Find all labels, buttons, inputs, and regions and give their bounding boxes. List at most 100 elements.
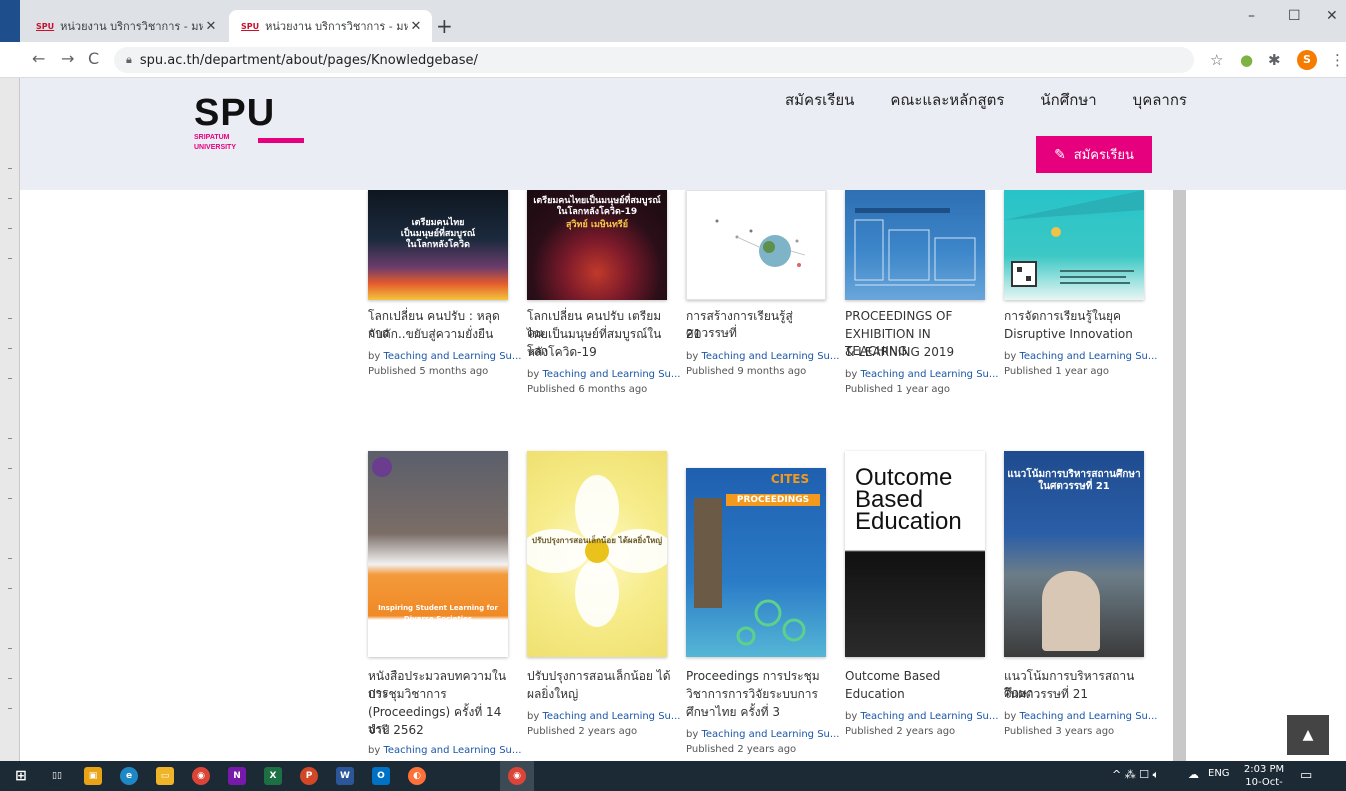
menu-kebab-icon[interactable]: ⋮ xyxy=(1330,52,1345,68)
chrome-active-icon[interactable]: ◉ xyxy=(508,767,526,785)
author-link[interactable]: Teaching and Learning Su... xyxy=(701,729,839,740)
book-title-line[interactable]: ในศตวรรษที่ 21 xyxy=(1004,686,1148,703)
spu-favicon: SPU xyxy=(36,21,55,31)
author-link[interactable]: Teaching and Learning Su... xyxy=(383,351,521,362)
cover-illustration xyxy=(715,219,806,267)
book-title-line[interactable]: ผลยิ่งใหญ่ xyxy=(527,686,671,703)
url-text: spu.ac.th/department/about/pages/Knowled… xyxy=(139,52,478,68)
book-cover[interactable] xyxy=(845,190,985,300)
close-tab-icon[interactable]: ✕ xyxy=(408,19,424,34)
cover-illustration xyxy=(854,208,976,286)
book-cover[interactable]: เตรียมคนไทย เป็นมนุษย์ที่สมบูรณ์ ในโลกหล… xyxy=(368,190,508,300)
tab-title: หน่วยงาน บริการวิชาการ - มหาวิทยาลั xyxy=(60,20,203,33)
published-date: Published 2 years ago xyxy=(527,726,638,737)
author-link[interactable]: Teaching and Learning Su... xyxy=(1019,351,1157,362)
onedrive-icon[interactable]: ☁ xyxy=(1188,768,1199,781)
by-label: by xyxy=(527,369,543,380)
book-cover[interactable]: CITES PROCEEDINGS xyxy=(686,468,826,657)
task-view-icon[interactable]: ▯▯ xyxy=(48,767,66,785)
book-title-line[interactable]: หลังโควิด-19 xyxy=(527,344,671,361)
outlook-icon[interactable]: O xyxy=(372,767,390,785)
back-icon[interactable]: ← xyxy=(32,51,45,67)
book-cover[interactable]: Outcome Based Education xyxy=(845,451,985,657)
system-tray-icons[interactable]: ^ ⁂ ☐ 🔈︎ xyxy=(1112,768,1159,782)
book-title-line[interactable]: Disruptive Innovation xyxy=(1004,326,1148,343)
address-bar[interactable]: 🔒︎ spu.ac.th/department/about/pages/Know… xyxy=(114,47,1194,73)
ruler-tick xyxy=(8,168,12,169)
flower-illustration xyxy=(527,475,667,627)
book-title-line[interactable]: Proceedings การประชุม xyxy=(686,668,830,685)
book-cover[interactable] xyxy=(1004,190,1144,300)
page-scrollbar[interactable] xyxy=(1173,190,1186,761)
forward-icon[interactable]: → xyxy=(61,51,74,67)
author-link[interactable]: Teaching and Learning Su... xyxy=(860,711,998,722)
book-title-line[interactable]: 21 xyxy=(686,326,830,343)
edge-icon[interactable]: e xyxy=(120,767,138,785)
powerpoint-icon[interactable]: P xyxy=(300,767,318,785)
extension-icon[interactable]: ● xyxy=(1240,52,1253,68)
nav-item-students[interactable]: นักศึกษา xyxy=(1040,88,1096,112)
author-link[interactable]: Teaching and Learning Su... xyxy=(383,745,521,756)
apply-now-button[interactable]: ✎ สมัครเรียน xyxy=(1036,136,1152,173)
onenote-icon[interactable]: N xyxy=(228,767,246,785)
bookmark-star-icon[interactable]: ☆ xyxy=(1210,52,1223,68)
by-label: by xyxy=(1004,711,1020,722)
book-title-line[interactable]: ศึกษาไทย ครั้งที่ 3 xyxy=(686,704,830,721)
nav-item-faculties[interactable]: คณะและหลักสูตร xyxy=(890,88,1004,112)
file-explorer-icon[interactable]: ▭ xyxy=(156,767,174,785)
book-title-line[interactable]: การจัดการเรียนรู้ในยุค xyxy=(1004,308,1148,325)
close-window-button[interactable]: ✕ xyxy=(1326,8,1338,24)
maximize-button[interactable]: ☐ xyxy=(1288,8,1301,24)
by-label: by xyxy=(368,351,384,362)
book-title-line[interactable]: PROCEEDINGS OF xyxy=(845,308,989,325)
browser-tab-1[interactable]: SPU หน่วยงาน บริการวิชาการ - มหาวิทยาลั … xyxy=(24,10,227,42)
book-cover[interactable]: แนวโน้มการบริหารสถานศึกษา ในศตวรรษที่ 21 xyxy=(1004,451,1144,657)
reload-icon[interactable]: C xyxy=(88,51,99,67)
book-title-line[interactable]: วิชาการการวิจัยระบบการ xyxy=(686,686,830,703)
notification-icon[interactable]: ▭ xyxy=(1300,768,1312,783)
by-label: by xyxy=(845,711,861,722)
new-tab-button[interactable]: + xyxy=(436,16,453,36)
book-title-line[interactable]: Education xyxy=(845,686,989,703)
author-link[interactable]: Teaching and Learning Su... xyxy=(542,369,680,380)
book-title-line[interactable]: Outcome Based xyxy=(845,668,989,685)
close-tab-icon[interactable]: ✕ xyxy=(203,19,219,34)
word-icon[interactable]: W xyxy=(336,767,354,785)
book-cover[interactable]: ปรับปรุงการสอนเล็กน้อย ได้ผลยิ่งใหญ่ xyxy=(527,451,667,657)
minimize-button[interactable]: – xyxy=(1248,8,1255,24)
main-nav: สมัครเรียน คณะและหลักสูตร นักศึกษา บุคลา… xyxy=(785,88,1223,112)
taskbar-clock[interactable]: 2:03 PM 10-Oct-20 xyxy=(1240,763,1288,791)
browser-tab-strip: SPU หน่วยงาน บริการวิชาการ - มหาวิทยาลั … xyxy=(0,0,1346,42)
firefox-icon[interactable]: ◐ xyxy=(408,767,426,785)
ruler-tick xyxy=(8,318,12,319)
conference-logo xyxy=(372,457,392,477)
book-cover[interactable]: เตรียมคนไทยเป็นมนุษย์ที่สมบูรณ์ ในโลกหลั… xyxy=(527,190,667,300)
author-link[interactable]: Teaching and Learning Su... xyxy=(1019,711,1157,722)
start-button-icon[interactable]: ⊞ xyxy=(12,767,30,785)
book-title-line[interactable]: ปรับปรุงการสอนเล็กน้อย ได้ xyxy=(527,668,671,685)
book-title-line[interactable]: กับดัก..ขยับสู่ความยั่งยืน xyxy=(368,326,512,343)
chrome-icon[interactable]: ◉ xyxy=(192,767,210,785)
spu-logo[interactable]: SPU SRIPATUM UNIVERSITY xyxy=(194,94,304,152)
browser-tab-2[interactable]: SPU หน่วยงาน บริการวิชาการ - มหาวิทยาลั … xyxy=(229,10,432,42)
nav-item-staff[interactable]: บุคลากร xyxy=(1133,88,1187,112)
author-link[interactable]: Teaching and Learning Su... xyxy=(860,369,998,380)
book-title-line[interactable]: & LEARNING 2019 xyxy=(845,344,989,361)
author-link[interactable]: Teaching and Learning Su... xyxy=(542,711,680,722)
nav-item-apply[interactable]: สมัครเรียน xyxy=(785,88,854,112)
excel-icon[interactable]: X xyxy=(264,767,282,785)
back-to-top-button[interactable]: ▲ xyxy=(1287,715,1329,755)
book-byline: by Teaching and Learning Su... xyxy=(527,369,680,380)
language-indicator[interactable]: ENG xyxy=(1208,768,1230,779)
author-link[interactable]: Teaching and Learning Su... xyxy=(701,351,839,362)
book-cover[interactable] xyxy=(686,190,826,300)
book-byline: by Teaching and Learning Su... xyxy=(1004,711,1157,722)
book-title-line[interactable]: ประชุมวิชาการ xyxy=(368,686,512,703)
book-cover[interactable]: Inspiring Student Learning for Diverse S… xyxy=(368,451,508,657)
store-icon[interactable]: ▣ xyxy=(84,767,102,785)
book-title-line[interactable]: จำปี 2562 xyxy=(368,722,512,739)
lock-icon: 🔒︎ xyxy=(126,53,132,66)
published-date: Published 9 months ago xyxy=(686,366,807,377)
puzzle-extensions-icon[interactable]: ✱ xyxy=(1268,52,1281,68)
profile-avatar[interactable]: S xyxy=(1297,50,1317,70)
